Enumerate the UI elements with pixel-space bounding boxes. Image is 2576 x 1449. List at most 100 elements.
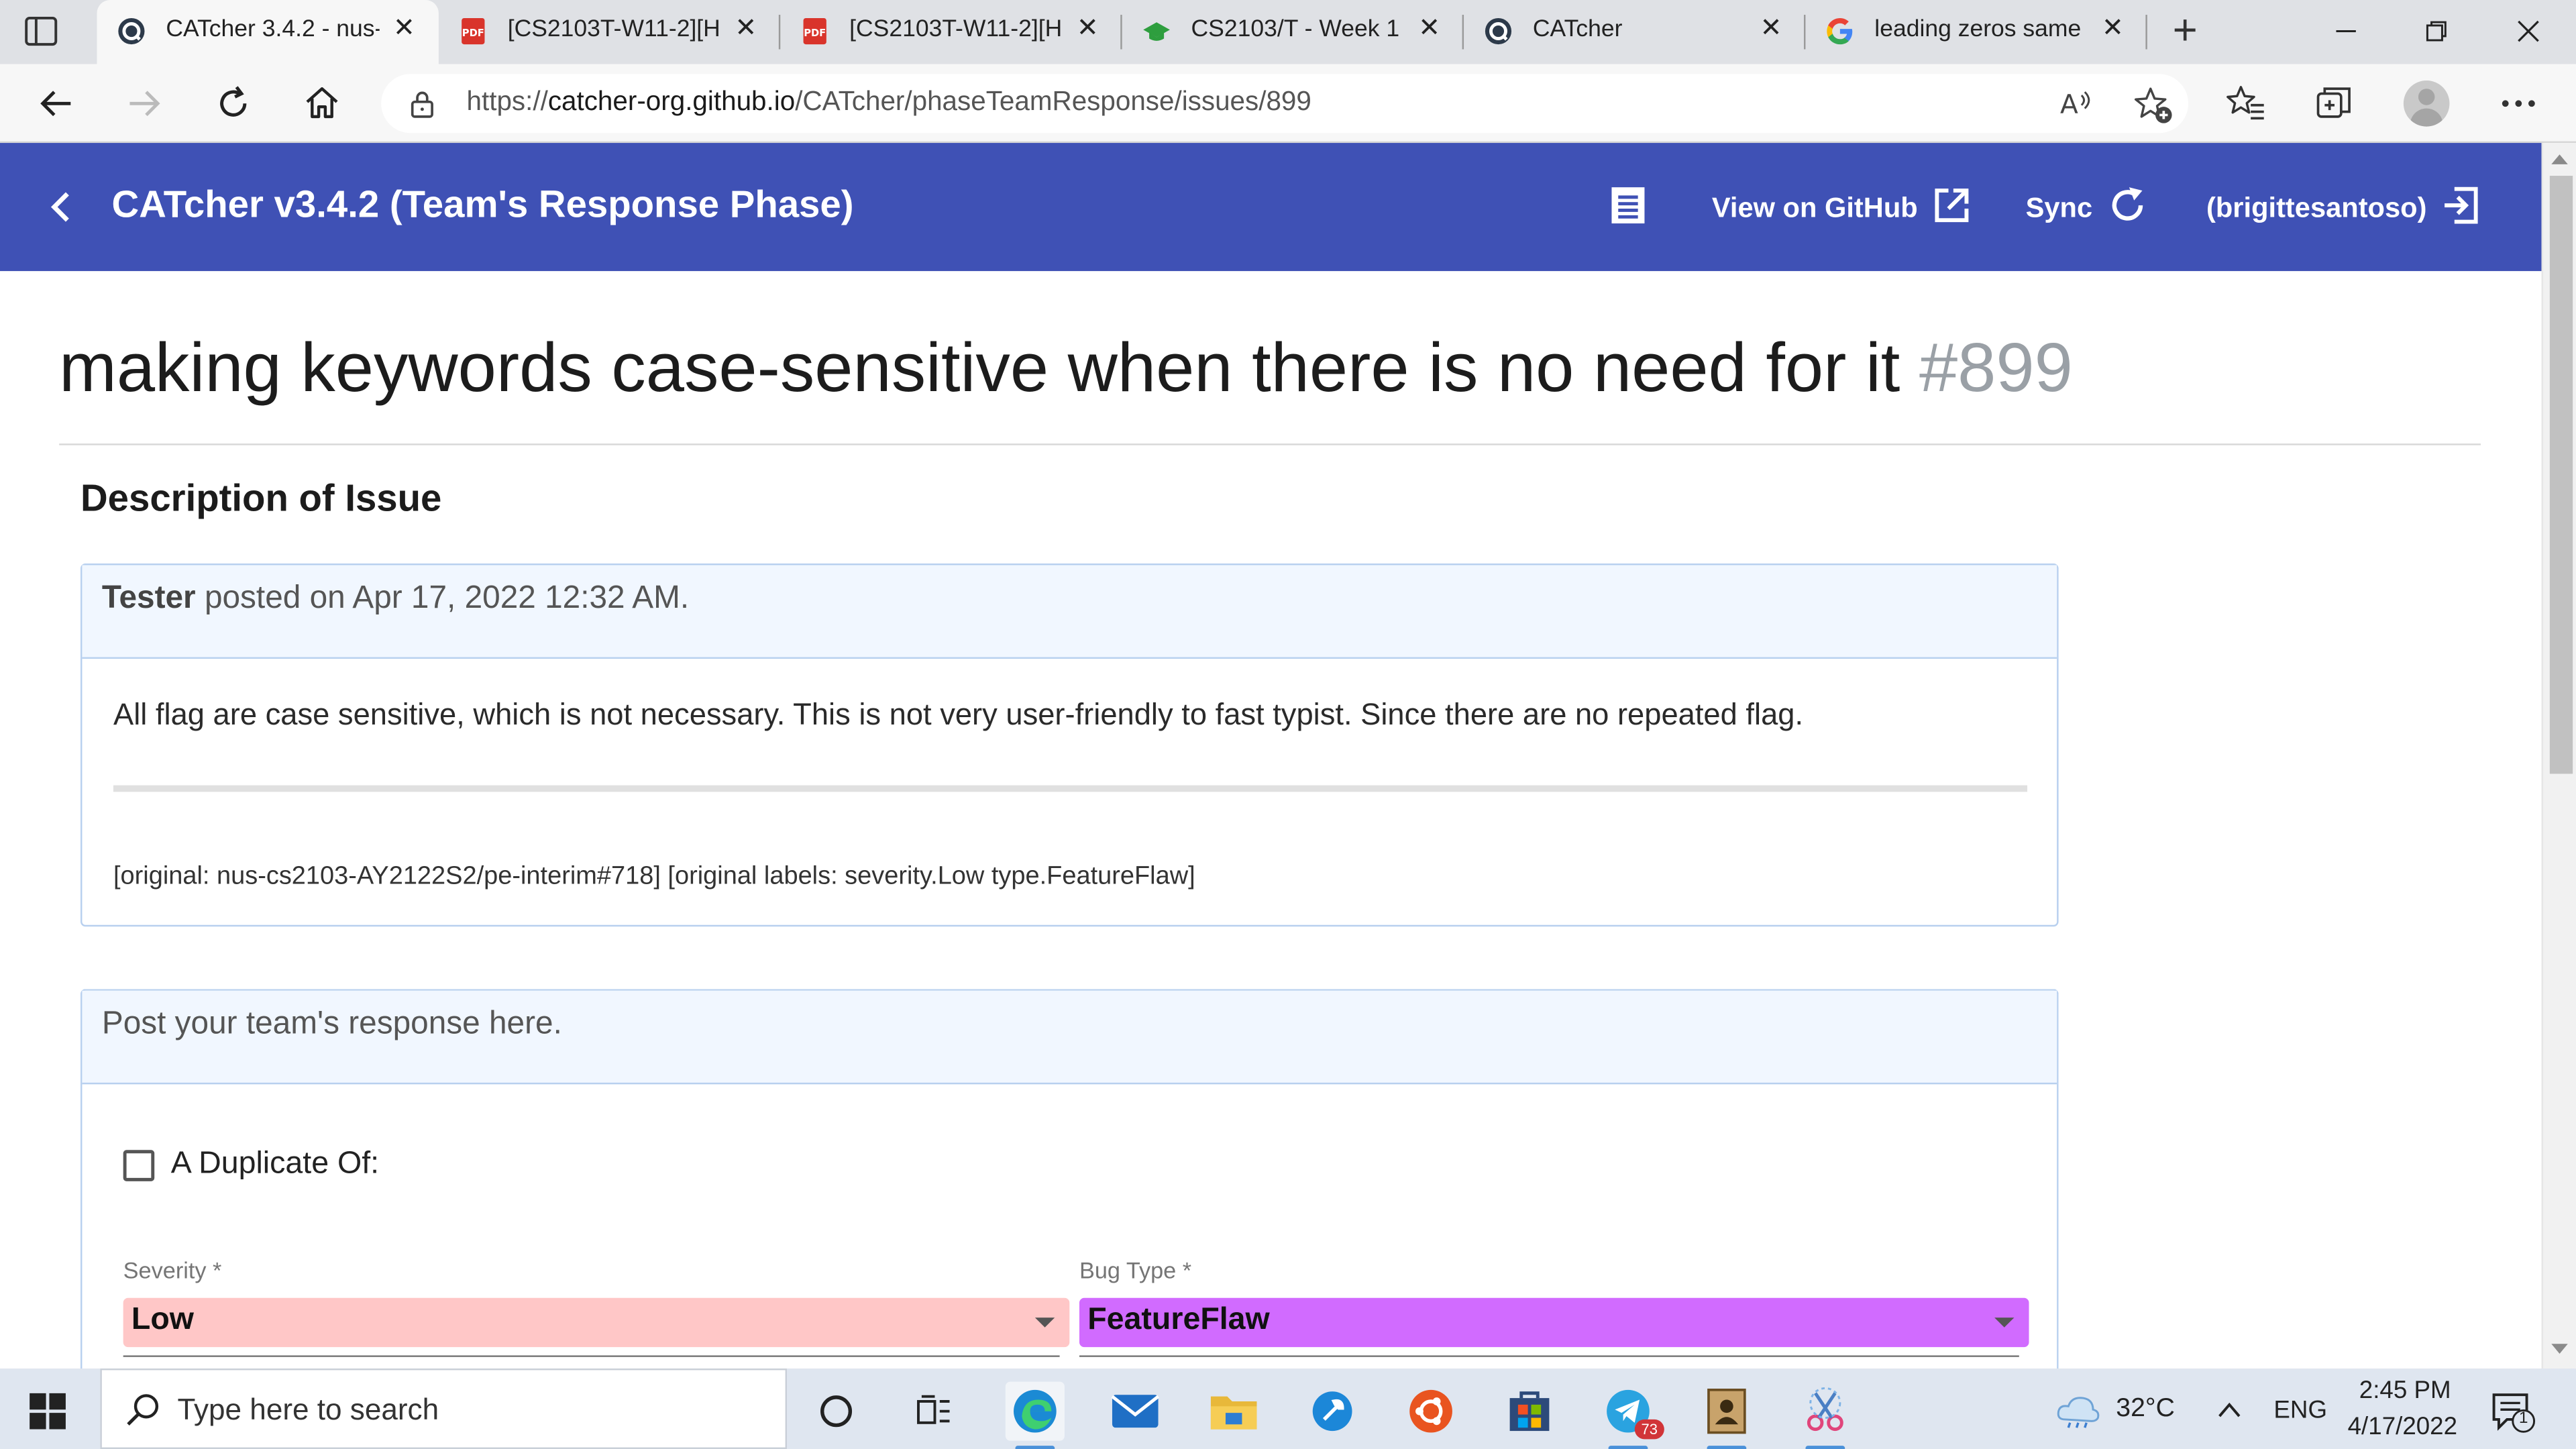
search-placeholder: Type here to search	[177, 1393, 439, 1426]
forward-button[interactable]	[121, 80, 168, 127]
add-favorite-icon[interactable]	[2133, 84, 2176, 135]
duplicate-of-checkbox-row[interactable]: A Duplicate Of:	[123, 1146, 379, 1183]
tab-title: CATcher 3.4.2 - nus-	[166, 16, 380, 43]
notes-icon	[1594, 182, 1650, 236]
profile-avatar[interactable]	[2403, 80, 2450, 127]
severity-value: Low	[131, 1303, 194, 1338]
logout-button[interactable]: (brigittesantoso)	[2206, 186, 2483, 232]
url-text[interactable]: https://catcher-org.github.io/CATcher/ph…	[467, 87, 1311, 119]
app-header: CATcher v3.4.2 (Team's Response Phase) V…	[0, 143, 2542, 272]
collections-icon[interactable]	[2312, 80, 2358, 127]
section-heading: Description of Issue	[80, 476, 442, 519]
app-title: CATcher v3.4.2 (Team's Response Phase)	[111, 182, 854, 225]
page-scrollbar[interactable]	[2541, 143, 2576, 1369]
issue-title-text: making keywords case-sensitive when ther…	[59, 328, 1900, 406]
duplicate-of-checkbox[interactable]	[123, 1149, 155, 1181]
severity-label: Severity *	[123, 1256, 222, 1283]
snipping-tool-icon[interactable]	[1796, 1382, 1855, 1449]
restore-button[interactable]	[2404, 10, 2469, 53]
notification-count: 1	[2518, 1409, 2528, 1428]
back-button[interactable]	[33, 80, 79, 127]
browser-tab[interactable]: PDF [CS2103T-W11-2][H ✕	[780, 0, 1122, 64]
catcher-icon	[117, 16, 146, 46]
telegram-icon[interactable]: 73	[1599, 1382, 1664, 1449]
taskbar-search-box[interactable]: Type here to search	[100, 1368, 788, 1449]
windows-start-icon[interactable]	[30, 1393, 66, 1438]
browser-tab[interactable]: CATcher ✕	[1464, 0, 1805, 64]
address-bar[interactable]: https://catcher-org.github.io/CATcher/ph…	[381, 74, 2189, 135]
browser-toolbar: https://catcher-org.github.io/CATcher/ph…	[0, 64, 2576, 144]
weather-icon[interactable]	[2053, 1390, 2102, 1438]
edge-browser-icon[interactable]	[1005, 1381, 1065, 1449]
issue-number: #899	[1919, 328, 2073, 406]
cortana-icon[interactable]	[806, 1382, 865, 1441]
settings-tool-icon[interactable]	[1303, 1382, 1362, 1441]
tab-title: CATcher	[1532, 16, 1623, 43]
pdf-icon: PDF	[458, 16, 488, 46]
logout-icon	[2426, 183, 2482, 234]
bug-type-select[interactable]: FeatureFlaw	[1079, 1297, 2029, 1348]
browser-tab[interactable]: leading zeros same ✕	[1805, 0, 2147, 64]
task-view-icon[interactable]	[904, 1382, 963, 1441]
tab-title: [CS2103T-W11-2][H	[849, 16, 1063, 43]
svg-text:PDF: PDF	[462, 28, 484, 39]
sync-label: Sync	[2025, 192, 2093, 224]
sync-button[interactable]: Sync	[2026, 186, 2149, 232]
issue-description-header: Tester posted on Apr 17, 2022 12:32 AM.	[82, 565, 2057, 659]
read-aloud-icon[interactable]: A	[2057, 84, 2096, 131]
close-icon[interactable]: ✕	[1415, 15, 1444, 44]
file-explorer-icon[interactable]	[1204, 1382, 1263, 1441]
issue-description-card: Tester posted on Apr 17, 2022 12:32 AM. …	[80, 564, 2059, 927]
url-host: catcher-org.github.io	[547, 87, 796, 117]
new-tab-button[interactable]: +	[2163, 8, 2206, 53]
browser-tab[interactable]: PDF [CS2103T-W11-2][H ✕	[439, 0, 780, 64]
close-icon[interactable]: ✕	[1073, 15, 1102, 44]
dropdown-arrow-icon	[1994, 1318, 2015, 1328]
clock-time[interactable]: 2:45 PM	[2359, 1377, 2451, 1405]
search-icon	[125, 1391, 161, 1436]
bug-type-underline	[1079, 1355, 2019, 1357]
tab-title: leading zeros same	[1874, 16, 2082, 43]
view-on-github-button[interactable]: View on GitHub	[1712, 186, 1974, 232]
minimize-button[interactable]	[2313, 10, 2379, 53]
scrollbar-thumb[interactable]	[2549, 176, 2573, 774]
google-icon	[1825, 16, 1855, 46]
clock-date[interactable]: 4/17/2022	[2348, 1413, 2457, 1441]
close-icon[interactable]: ✕	[389, 15, 419, 44]
bug-type-value: FeatureFlaw	[1087, 1303, 1270, 1338]
close-icon[interactable]: ✕	[2098, 15, 2127, 44]
notes-button[interactable]	[1594, 186, 1650, 232]
favorites-icon[interactable]	[2222, 80, 2269, 127]
browser-tab-active[interactable]: CATcher 3.4.2 - nus- ✕	[97, 0, 439, 64]
input-language[interactable]: ENG	[2273, 1397, 2327, 1425]
issue-body: All flag are case sensitive, which is no…	[113, 696, 1804, 731]
catcher-icon	[1483, 16, 1513, 46]
tab-title: [CS2103T-W11-2][H	[507, 16, 720, 43]
microsoft-store-icon[interactable]	[1500, 1382, 1559, 1441]
browser-tab[interactable]: CS2103/T - Week 1 ✕	[1122, 0, 1464, 64]
scroll-down-icon[interactable]	[2551, 1344, 2568, 1354]
svg-text:PDF: PDF	[804, 28, 826, 39]
lock-icon[interactable]	[407, 89, 437, 126]
home-button[interactable]	[299, 80, 345, 127]
duplicate-of-label: A Duplicate Of:	[170, 1146, 380, 1181]
more-options-icon[interactable]	[2496, 80, 2542, 127]
team-response-header: Post your team's response here.	[82, 990, 2057, 1085]
svg-text:A: A	[2060, 90, 2078, 120]
contacts-app-icon[interactable]	[1697, 1382, 1756, 1449]
chevron-up-icon[interactable]	[2216, 1398, 2243, 1428]
chevron-left-icon[interactable]	[43, 187, 83, 235]
close-icon[interactable]: ✕	[731, 15, 761, 44]
url-prefix: https://	[466, 87, 548, 117]
refresh-button[interactable]	[210, 80, 256, 127]
ubuntu-icon[interactable]	[1401, 1382, 1460, 1441]
close-window-button[interactable]	[2496, 10, 2561, 53]
divider	[59, 443, 2481, 445]
mail-icon[interactable]	[1106, 1382, 1165, 1441]
notification-center-icon[interactable]: 1	[2491, 1391, 2537, 1442]
temperature[interactable]: 32°C	[2116, 1395, 2175, 1424]
tab-actions-icon[interactable]	[23, 15, 59, 48]
scroll-up-icon[interactable]	[2551, 154, 2568, 164]
severity-select[interactable]: Low	[123, 1297, 1070, 1348]
close-icon[interactable]: ✕	[1756, 15, 1786, 44]
